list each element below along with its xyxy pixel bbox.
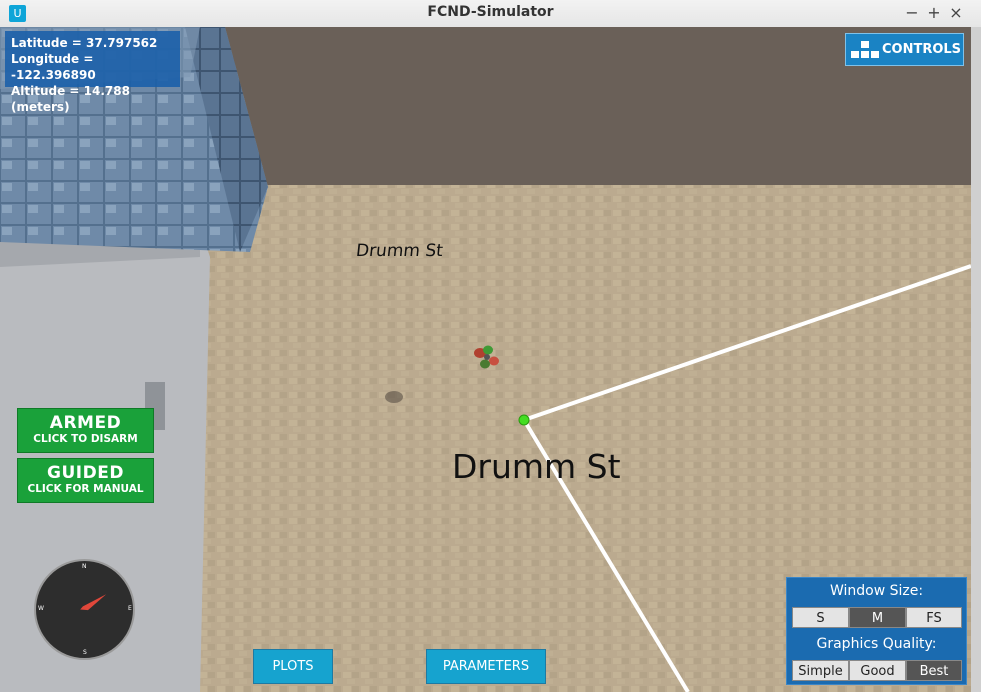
window-size-fs[interactable]: FS [906,607,962,628]
quality-best[interactable]: Best [906,660,962,681]
keyboard-icon [851,41,879,59]
longitude-readout: Longitude = -122.396890 [11,52,96,82]
window-size-label: Window Size: [829,583,924,599]
controls-button[interactable]: CONTROLS [845,33,964,66]
window-title: FCND-Simulator [427,4,554,20]
quality-simple[interactable]: Simple [792,660,849,681]
window-size-s[interactable]: S [792,607,849,628]
manual-hint: CLICK FOR MANUAL [27,483,144,495]
scrollbar[interactable] [971,27,981,692]
close-button[interactable]: × [947,3,965,23]
street-label: Drumm St [354,241,444,261]
title-bar: U FCND-Simulator − + × [0,0,981,28]
compass: N E S W [34,559,135,660]
maximize-button[interactable]: + [925,3,943,23]
window-size-m[interactable]: M [849,607,906,628]
minimize-button[interactable]: − [903,3,921,23]
plots-button[interactable]: PLOTS [253,649,333,684]
graphics-quality-label: Graphics Quality: [816,636,937,652]
display-settings-panel: Window Size: S M FS Graphics Quality: Si… [786,577,967,685]
parameters-button[interactable]: PARAMETERS [426,649,546,684]
controls-label: CONTROLS [882,42,962,57]
arm-toggle-button[interactable]: ARMED CLICK TO DISARM [17,408,154,453]
armed-state: ARMED [49,413,122,433]
guided-toggle-button[interactable]: GUIDED CLICK FOR MANUAL [17,458,154,503]
altitude-readout: Altitude = 14.788 (meters) [11,84,130,114]
quality-good[interactable]: Good [849,660,906,681]
guided-state: GUIDED [47,463,124,483]
compass-needle-icon [80,594,107,611]
latitude-readout: Latitude = 37.797562 [11,36,158,50]
position-readout: Latitude = 37.797562 Longitude = -122.39… [5,31,180,114]
disarm-hint: CLICK TO DISARM [33,433,138,445]
street-label: Drumm St [452,447,621,486]
